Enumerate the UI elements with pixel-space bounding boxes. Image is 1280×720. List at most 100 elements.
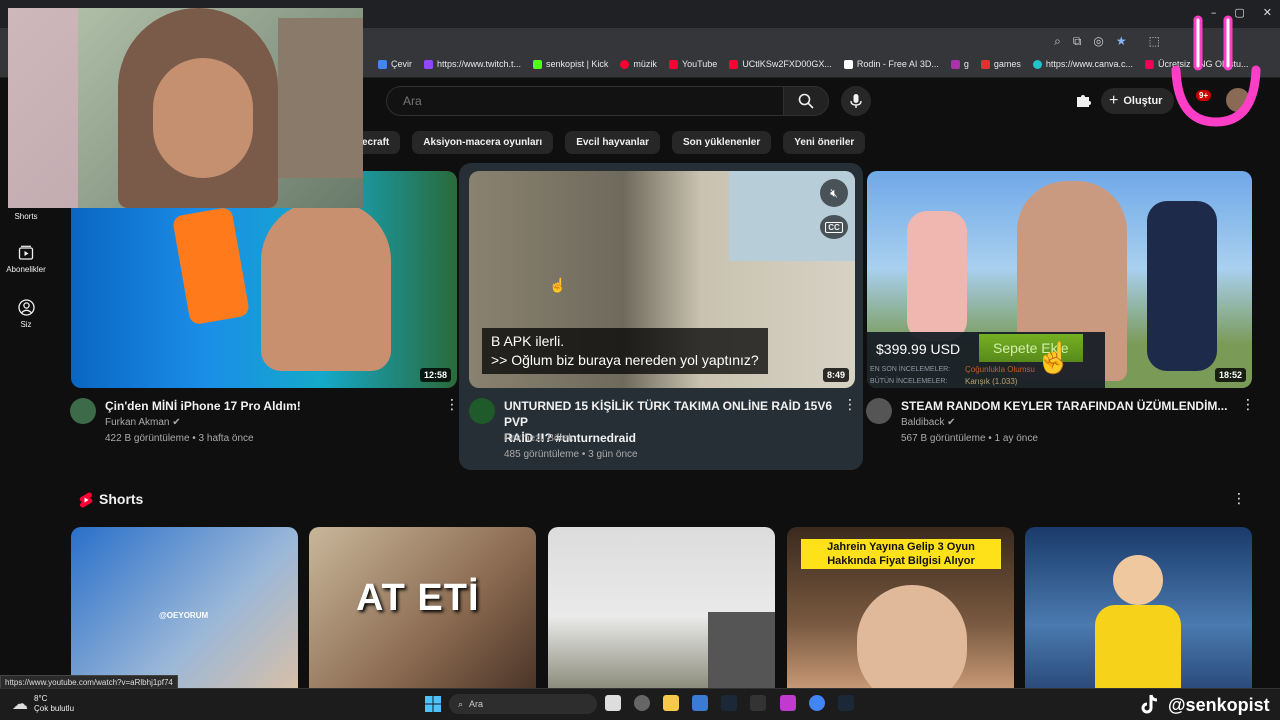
search-button[interactable] [783,86,829,116]
mute-icon[interactable]: 🔇︎ [820,179,848,207]
taskbar-search[interactable]: ⌕ Ara [449,694,597,714]
filter-chips: ecraft Aksiyon-macera oyunları Evcil hay… [362,131,866,154]
bookmark-favicon [668,59,678,69]
bookmark-item[interactable]: YouTube [668,59,717,69]
eye-off-icon[interactable]: ◎ [1093,34,1103,49]
chip-pets[interactable]: Evcil hayvanlar [565,131,661,154]
sidebar-item-shorts[interactable]: Shorts [0,212,52,221]
channel-avatar[interactable] [469,398,495,424]
bookmark-favicon [1144,59,1154,69]
sidebar-item-you[interactable]: Siz [0,299,52,329]
bookmark-item[interactable]: https://www.twitch.t... [424,59,521,69]
bookmark-favicon [950,59,960,69]
voice-search-button[interactable] [841,86,871,116]
bookmark-favicon [533,59,543,69]
face-graphic [153,58,253,178]
store-icon[interactable] [692,695,708,711]
search-input[interactable] [387,87,783,115]
plus-icon: + [1109,92,1119,109]
bookmark-item[interactable]: UCtlKSw2FXD00GX... [729,59,832,69]
bookmark-favicon [843,59,853,69]
price-label: $399.99 USD [876,341,961,357]
short-thumbnail[interactable] [1025,527,1252,690]
more-options-icon[interactable]: ⋮ [1232,491,1246,507]
short-thumbnail[interactable]: @OEYORUM [71,527,298,690]
bookmark-item[interactable]: müzik [620,59,657,69]
bookmark-list: Çevir https://www.twitch.t... senkopist … [378,59,1249,69]
more-options-icon[interactable]: ⋮ [843,397,857,413]
shorts-section-title: Shorts [99,491,144,507]
phone-graphic [171,206,251,326]
file-explorer-icon[interactable] [663,695,679,711]
bookmark-star-icon[interactable]: ★ [1116,34,1127,49]
search-box[interactable] [386,86,784,116]
video-title[interactable]: STEAM RANDOM KEYLER TARAFINDAN ÜZÜMLENDİ… [901,398,1231,414]
weather-widget[interactable]: ☁ 8°C Çok bulutlu [12,694,74,714]
zoom-icon[interactable]: ⌕ [1054,34,1061,49]
bookmark-item[interactable]: senkopist | Kick [533,59,608,69]
bookmark-item[interactable]: g [950,59,969,69]
chip-minecraft[interactable]: ecraft [362,131,401,154]
short-thumbnail[interactable] [548,527,775,690]
epic-games-icon[interactable] [750,695,766,711]
search-icon [798,93,814,109]
create-button[interactable]: + Oluştur [1101,88,1175,114]
steam-icon[interactable] [721,695,737,711]
chip-new-to-you[interactable]: Yeni öneriler [783,131,866,154]
channel-avatar[interactable] [70,398,96,424]
character-left-graphic [907,211,967,341]
more-options-icon[interactable]: ⋮ [1241,397,1255,413]
cloud-icon: ☁ [12,696,28,713]
extensions-icon[interactable]: ⬚ [1149,34,1160,49]
channel-avatar[interactable] [866,398,892,424]
channel-name[interactable]: Furkan Akman ✔ [105,417,181,428]
chip-action-adventure[interactable]: Aksiyon-macera oyunları [412,131,554,154]
sidebar-item-subscriptions[interactable]: Abonelikler [0,245,52,274]
microphone-icon [850,94,862,108]
bookmark-item[interactable]: https://www.canva.c... [1032,59,1133,69]
short-thumbnail[interactable]: Jahrein Yayına Gelip 3 Oyun Hakkında Fiy… [787,527,1014,690]
video-thumbnail[interactable]: $399.99 USD Sepete Ekle EN SON İNCELEMEL… [867,171,1252,388]
video-duration: 12:58 [419,368,451,382]
cast-icon[interactable]: ⧉ [1073,34,1082,49]
bookmark-item[interactable]: Rodin - Free AI 3D... [843,59,939,69]
tiktok-icon [1141,694,1158,714]
steam-icon[interactable] [838,695,854,711]
omnibox-icons: ⌕ ⧉ ◎ ★ ⬚ [1054,34,1160,49]
chip-recently-uploaded[interactable]: Son yüklenenler [672,131,772,154]
shelf-graphic [278,18,363,178]
search-icon: ⌕ [458,698,464,709]
bookmark-favicon [378,59,387,69]
character-body-graphic [1095,605,1181,690]
channel-name[interactable]: Pekmezli Börek [504,433,573,444]
puzzle-icon[interactable] [1074,91,1092,109]
windows-start-icon[interactable] [425,696,441,712]
chrome-icon[interactable] [809,695,825,711]
video-duration: 18:52 [1214,368,1246,382]
character-head-graphic [1113,555,1163,605]
presenter-graphic [261,201,391,371]
bookmark-favicon [1032,59,1042,69]
wall-graphic [708,612,775,690]
more-options-icon[interactable]: ⋮ [445,397,459,413]
shorts-icon [79,492,93,508]
bookmark-favicon [980,59,990,69]
bookmark-item[interactable]: Çevir [378,59,412,69]
video-meta: 567 B görüntüleme • 1 ay önce [901,433,1038,444]
copilot-icon[interactable] [634,695,650,711]
character-right-graphic [1147,201,1217,371]
hand-cursor-icon: ☝ [1035,342,1073,375]
short-thumbnail[interactable]: AT ETİ [309,527,536,690]
video-preview-player[interactable]: 🔇︎ CC B APK ilerli. >> Oğlum biz buraya … [469,171,855,388]
bookmark-favicon [620,59,630,69]
subscriptions-icon [18,245,34,260]
verified-icon: ✔ [172,417,181,428]
webcam-overlay [8,8,363,208]
caption-overlay: B APK ilerli. >> Oğlum biz buraya nerede… [482,328,768,374]
channel-name[interactable]: Baldiback ✔ [901,417,956,428]
video-title[interactable]: Çin'den MİNİ iPhone 17 Pro Aldım! [105,398,435,414]
bookmark-item[interactable]: games [980,59,1021,69]
app-icon[interactable] [780,695,796,711]
captions-button[interactable]: CC [820,215,848,239]
task-view-icon[interactable] [605,695,621,711]
